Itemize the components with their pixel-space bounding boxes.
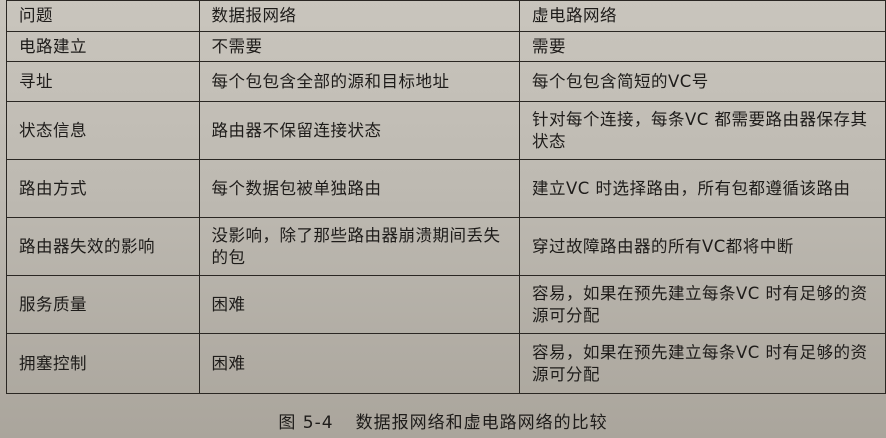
table-header-row: 问题 数据报网络 虚电路网络 [6,0,886,32]
table-row: 路由方式 每个数据包被单独路由 建立VC 时选择路由，所有包都遵循该路由 [6,159,886,218]
issue-cell: 路由方式 [6,159,200,218]
header-issue: 问题 [6,0,200,32]
datagram-cell: 困难 [198,275,520,334]
datagram-cell: 没影响，除了那些路由器崩溃期间丢失的包 [198,217,520,276]
table-row: 寻址 每个包包含全部的源和目标地址 每个包包含简短的VC号 [6,61,886,102]
issue-cell: 拥塞控制 [6,333,200,394]
virtual-circuit-cell: 容易，如果在预先建立每条VC 时有足够的资源可分配 [519,275,886,334]
datagram-cell: 困难 [198,333,520,394]
header-datagram-network: 数据报网络 [198,0,520,32]
table-row: 路由器失效的影响 没影响，除了那些路由器崩溃期间丢失的包 穿过故障路由器的所有V… [6,217,886,276]
table-row: 电路建立 不需要 需要 [6,31,886,62]
figure-title: 数据报网络和虚电路网络的比较 [355,413,608,433]
header-virtual-circuit-network: 虚电路网络 [519,0,886,32]
issue-cell: 寻址 [6,61,200,102]
datagram-cell: 每个数据包被单独路由 [198,159,520,218]
virtual-circuit-cell: 建立VC 时选择路由，所有包都遵循该路由 [519,159,886,218]
datagram-cell: 路由器不保留连接状态 [198,101,520,160]
issue-cell: 路由器失效的影响 [6,217,200,276]
issue-cell: 服务质量 [6,275,200,334]
datagram-cell: 不需要 [198,31,520,62]
virtual-circuit-cell: 容易，如果在预先建立每条VC 时有足够的资源可分配 [519,333,886,394]
virtual-circuit-cell: 穿过故障路由器的所有VC都将中断 [519,217,886,276]
issue-cell: 状态信息 [6,101,200,160]
virtual-circuit-cell: 每个包包含简短的VC号 [519,61,886,102]
datagram-cell: 每个包包含全部的源和目标地址 [198,61,520,102]
comparison-table: 问题 数据报网络 虚电路网络 电路建立 不需要 需要 寻址 每个包包含全部的源和… [6,0,886,394]
virtual-circuit-cell: 需要 [519,31,886,62]
issue-cell: 电路建立 [6,31,200,62]
table-row: 服务质量 困难 容易，如果在预先建立每条VC 时有足够的资源可分配 [6,275,886,334]
table-row: 拥塞控制 困难 容易，如果在预先建立每条VC 时有足够的资源可分配 [6,333,886,394]
figure-number: 图 5-4 [278,413,334,433]
virtual-circuit-cell: 针对每个连接，每条VC 都需要路由器保存其状态 [519,101,886,160]
textbook-page: 问题 数据报网络 虚电路网络 电路建立 不需要 需要 寻址 每个包包含全部的源和… [0,0,886,438]
table-row: 状态信息 路由器不保留连接状态 针对每个连接，每条VC 都需要路由器保存其状态 [6,101,886,160]
figure-caption: 图 5-4 数据报网络和虚电路网络的比较 [0,408,886,433]
